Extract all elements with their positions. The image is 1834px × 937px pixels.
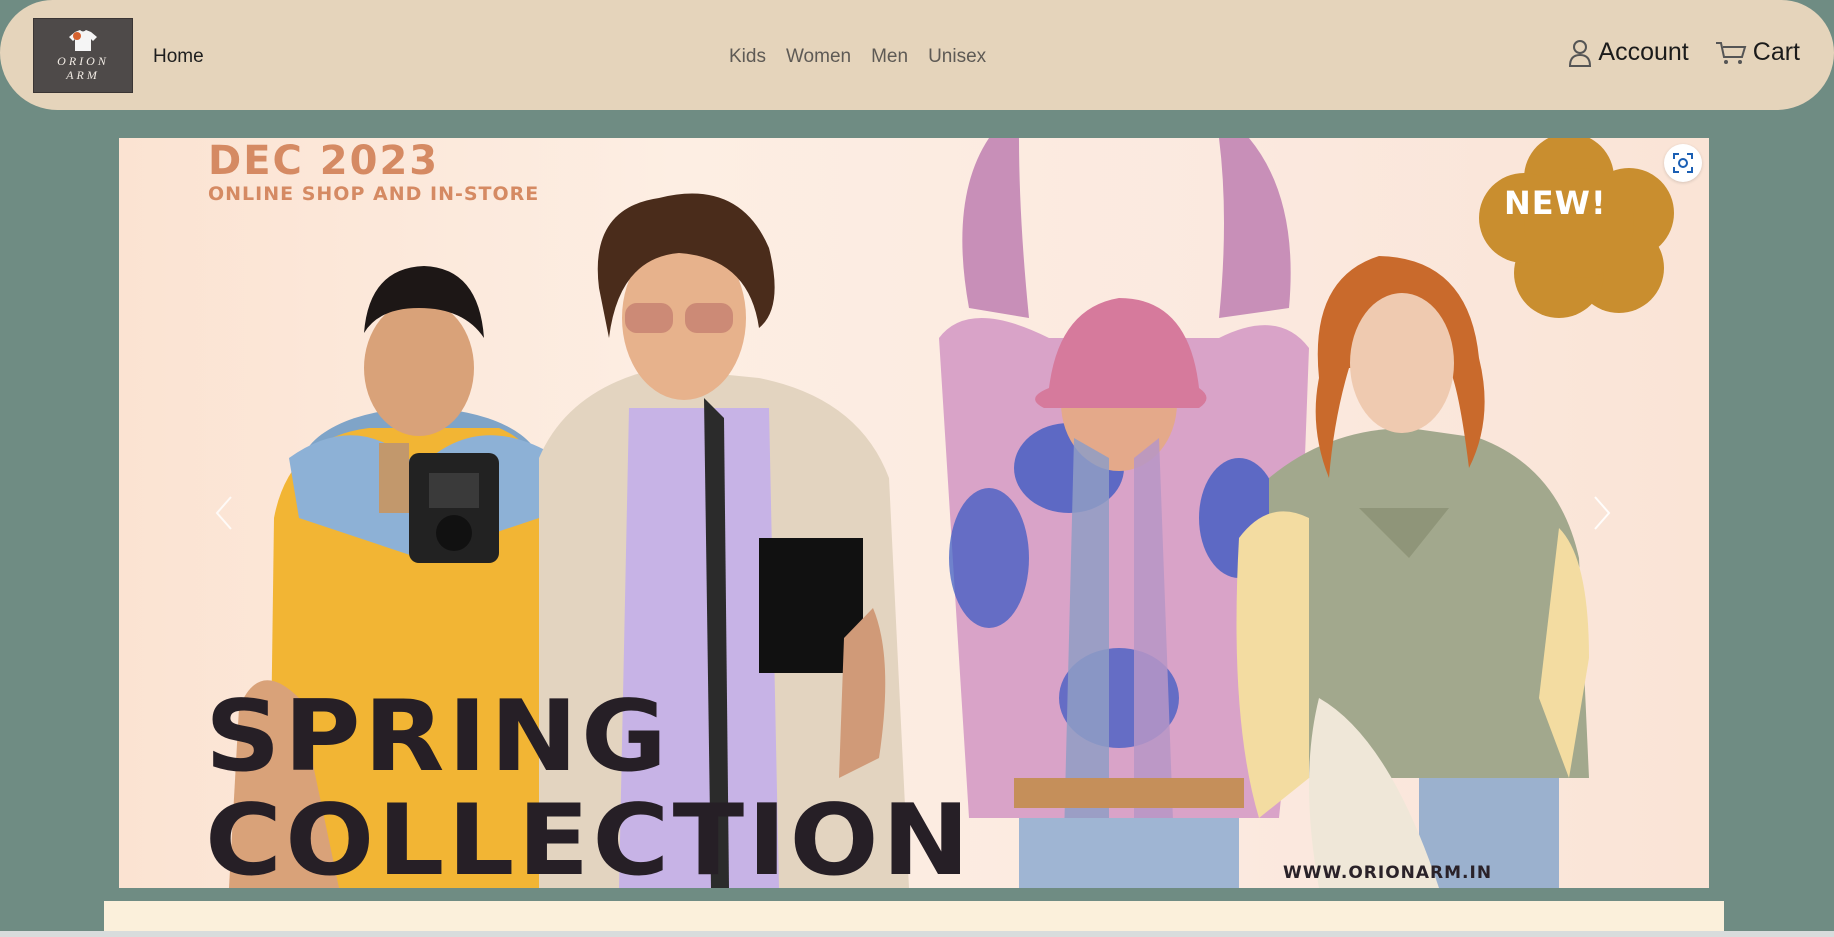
page-bottom-border	[0, 931, 1834, 937]
cart-label: Cart	[1752, 38, 1800, 66]
headline-line-2: COLLECTION	[205, 784, 973, 888]
account-link[interactable]: Account	[1568, 38, 1689, 67]
person-icon	[1569, 39, 1592, 67]
website-text: WWW.ORIONARM.IN	[1283, 863, 1493, 883]
carousel-next-button[interactable]	[1582, 483, 1622, 543]
visual-search-button[interactable]	[1664, 144, 1702, 182]
promo-subtitle: ONLINE SHOP AND IN-STORE	[208, 183, 540, 205]
hero-carousel[interactable]: DEC 2023 ONLINE SHOP AND IN-STORE NEW! S…	[119, 138, 1709, 888]
nav-women-link[interactable]: Women	[786, 46, 851, 68]
tshirt-icon	[69, 29, 97, 51]
logo-text: ORION ARM	[57, 53, 109, 82]
brand-logo[interactable]: ORION ARM	[33, 18, 133, 93]
cart-link[interactable]: Cart	[1715, 38, 1800, 67]
hero-headline: SPRING COLLECTION	[205, 685, 973, 888]
promo-date: DEC 2023	[208, 138, 440, 184]
chevron-right-icon	[1594, 496, 1611, 530]
nav-men-link[interactable]: Men	[871, 46, 908, 68]
new-badge-shape	[1479, 138, 1674, 318]
category-nav: Kids Women Men Unisex	[729, 46, 986, 68]
user-nav: Account Cart	[1568, 38, 1800, 67]
account-label: Account	[1598, 38, 1689, 66]
visual-search-icon	[1673, 153, 1693, 173]
new-badge: NEW!	[1504, 184, 1607, 222]
nav-home-link[interactable]: Home	[153, 46, 204, 68]
headline-line-1: SPRING	[205, 680, 671, 794]
carousel-prev-button[interactable]	[204, 483, 244, 543]
chevron-left-icon	[215, 496, 232, 530]
cart-icon	[1715, 41, 1747, 64]
content-section-top	[104, 901, 1724, 931]
nav-kids-link[interactable]: Kids	[729, 46, 766, 68]
nav-unisex-link[interactable]: Unisex	[928, 46, 986, 68]
top-navbar: ORION ARM Home Kids Women Men Unisex Acc…	[0, 0, 1834, 110]
